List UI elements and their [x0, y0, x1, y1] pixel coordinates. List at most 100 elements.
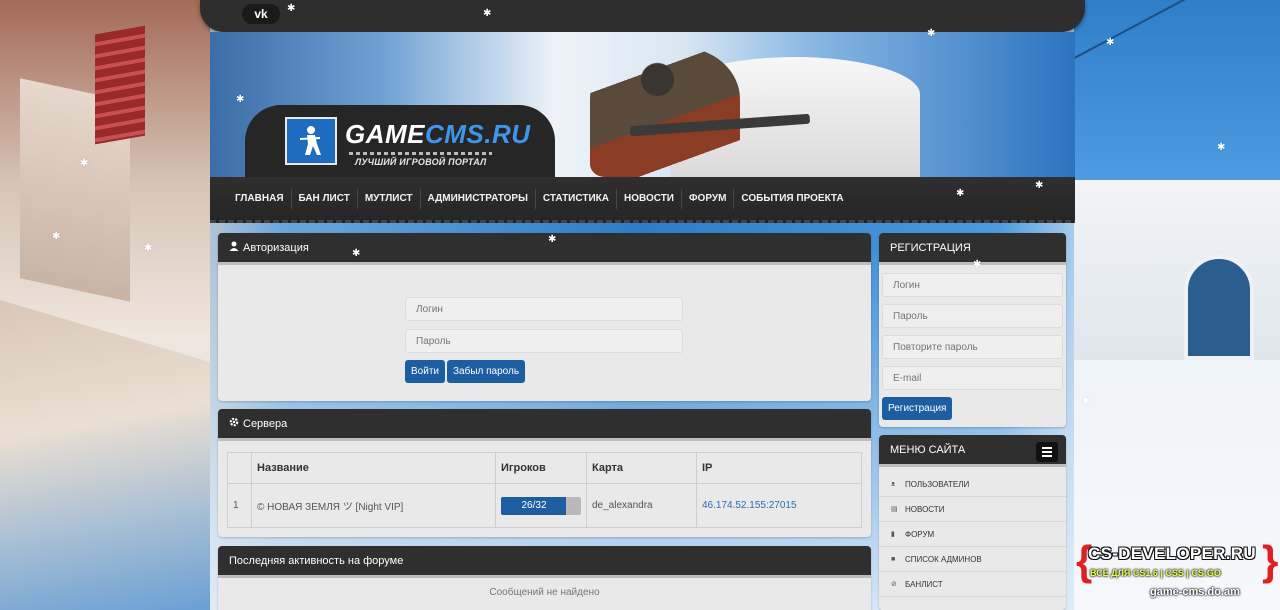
registration-login-input[interactable]: [882, 273, 1063, 297]
logo-title: GAMECMS.RU: [345, 119, 531, 150]
auth-panel-header: Авторизация: [218, 233, 871, 265]
server-ip-cell: 46.174.52.155:27015: [696, 483, 862, 528]
logo-title-part1: GAME: [345, 119, 425, 149]
nav-item-banlist[interactable]: БАН ЛИСТ: [292, 188, 358, 209]
forgot-password-button[interactable]: Забыл пароль: [447, 360, 526, 383]
login-button[interactable]: Войти: [405, 360, 445, 383]
background-road: [0, 300, 210, 610]
snowflake-icon: ✱: [956, 188, 965, 199]
servers-panel-header: Сервера: [218, 409, 871, 441]
snowflake-icon: ✱: [1082, 396, 1091, 407]
registration-password-input[interactable]: [882, 304, 1063, 328]
user-icon: [229, 241, 239, 254]
snowflake-icon: ✱: [973, 259, 982, 270]
nav-item-events[interactable]: СОБЫТИЯ ПРОЕКТА: [734, 189, 850, 209]
column-name: Название: [251, 452, 496, 484]
servers-panel: Сервера Название Игроков Карта IP 1 © НО…: [218, 409, 871, 537]
site-menu-item-label: БАНЛИСТ: [905, 579, 943, 589]
site-menu-item-label: ФОРУМ: [905, 529, 935, 539]
servers-table: Название Игроков Карта IP 1 © НОВАЯ ЗЕМЛ…: [227, 452, 862, 528]
site-menu-item-forum[interactable]: ▮ ФОРУМ: [879, 522, 1066, 547]
registration-title: РЕГИСТРАЦИЯ: [890, 241, 971, 254]
server-players-cell: 26/32: [495, 483, 587, 528]
snowflake-icon: ✱: [236, 94, 245, 105]
snowflake-icon: ✱: [1035, 180, 1044, 191]
server-map: de_alexandra: [586, 483, 697, 528]
site-menu-title: МЕНЮ САЙТА: [890, 443, 966, 456]
news-icon: ▤: [891, 506, 898, 513]
site-menu-item-news[interactable]: ▤ НОВОСТИ: [879, 497, 1066, 522]
watermark-title: CS-DEVELOPER.RU: [1088, 544, 1256, 563]
menu-burger-icon[interactable]: [1036, 442, 1058, 462]
briefcase-icon: ■: [891, 555, 896, 563]
site-menu-item-banlist[interactable]: ⊘ БАНЛИСТ: [879, 572, 1066, 597]
server-ip-link[interactable]: 46.174.52.155:27015: [702, 500, 797, 511]
column-players: Игроков: [495, 452, 587, 484]
counter-strike-soldier-icon: [285, 117, 337, 165]
nav-item-home[interactable]: ГЛАВНАЯ: [228, 188, 292, 209]
nav-item-forum[interactable]: ФОРУМ: [682, 188, 735, 209]
gear-icon: [229, 417, 239, 430]
servers-title: Сервера: [243, 417, 288, 430]
site-menu-item-label: ПОЛЬЗОВАТЕЛИ: [905, 479, 970, 489]
server-name: © НОВАЯ ЗЕМЛЯ ツ [Night VIP]: [251, 483, 496, 528]
watermark-right-brace: }: [1262, 537, 1279, 584]
snowflake-icon: ✱: [80, 158, 89, 169]
players-count: 26/32: [521, 500, 547, 511]
snowflake-icon: ✱: [548, 234, 557, 245]
column-map: Карта: [586, 452, 697, 484]
nav-item-admins[interactable]: АДМИНИСТРАТОРЫ: [421, 188, 536, 209]
cs-developer-watermark: { } CS-DEVELOPER.RU ВСЕ ДЛЯ CS1.6 | CSS …: [1076, 537, 1279, 605]
main-nav: ГЛАВНАЯ БАН ЛИСТ МУТЛИСТ АДМИНИСТРАТОРЫ …: [210, 177, 1075, 223]
background-rug: [95, 25, 145, 145]
forum-panel-header: Последняя активность на форуме: [218, 546, 871, 578]
forum-panel: Последняя активность на форуме Сообщений…: [218, 546, 871, 610]
site-menu-list: ᴥ ПОЛЬЗОВАТЕЛИ ▤ НОВОСТИ ▮ ФОРУМ ■ СПИСО…: [879, 472, 1066, 597]
server-number: 1: [227, 483, 252, 528]
site-menu-item-label: СПИСОК АДМИНОВ: [905, 554, 982, 564]
users-icon: ᴥ: [891, 480, 896, 488]
auth-password-input[interactable]: [405, 329, 683, 353]
column-ip: IP: [696, 452, 862, 484]
forum-empty-text: Сообщений не найдено: [489, 587, 600, 598]
banner-soldier: [590, 47, 740, 177]
auth-title: Авторизация: [243, 241, 309, 254]
servers-table-header: Название Игроков Карта IP: [227, 452, 862, 484]
players-progress-bar: 26/32: [501, 496, 581, 515]
top-bar: vk: [200, 0, 1085, 32]
chart-icon: ▮: [891, 531, 895, 538]
site-menu-header: МЕНЮ САЙТА: [879, 435, 1066, 467]
logo-tagline: ЛУЧШИЙ ИГРОВОЙ ПОРТАЛ: [348, 152, 493, 167]
background-door: [1184, 255, 1254, 360]
snowflake-icon: ✱: [52, 231, 61, 242]
site-menu-item-label: НОВОСТИ: [905, 504, 945, 514]
background-right: [1011, 0, 1280, 610]
vk-icon[interactable]: vk: [242, 4, 280, 24]
watermark-subtitle: ВСЕ ДЛЯ CS1.6 | CSS | CS:GO: [1090, 568, 1221, 578]
site-menu-item-users[interactable]: ᴥ ПОЛЬЗОВАТЕЛИ: [879, 472, 1066, 497]
forum-title: Последняя активность на форуме: [229, 554, 404, 567]
column-number: [227, 452, 252, 484]
watermark-site: game-cms.do.am: [1150, 586, 1240, 598]
nav-item-stats[interactable]: СТАТИСТИКА: [536, 188, 617, 209]
nav-item-mutelist[interactable]: МУТЛИСТ: [358, 188, 421, 209]
site-logo[interactable]: GAMECMS.RU ЛУЧШИЙ ИГРОВОЙ ПОРТАЛ: [245, 105, 555, 177]
table-row[interactable]: 1 © НОВАЯ ЗЕМЛЯ ツ [Night VIP] 26/32 de_a…: [227, 483, 862, 528]
registration-submit-button[interactable]: Регистрация: [882, 397, 953, 420]
site-menu-item-admins[interactable]: ■ СПИСОК АДМИНОВ: [879, 547, 1066, 572]
background-left: [0, 0, 210, 610]
snowflake-icon: ✱: [927, 28, 936, 39]
auth-login-input[interactable]: [405, 297, 683, 321]
registration-repeat-password-input[interactable]: [882, 335, 1063, 359]
ban-icon: ⊘: [891, 581, 897, 588]
snowflake-icon: ✱: [483, 8, 492, 19]
snowflake-icon: ✱: [144, 243, 153, 254]
snowflake-icon: ✱: [352, 248, 361, 259]
registration-email-input[interactable]: [882, 366, 1063, 390]
snowflake-icon: ✱: [287, 3, 296, 14]
nav-item-news[interactable]: НОВОСТИ: [617, 188, 682, 209]
auth-panel: Авторизация Войти Забыл пароль: [218, 233, 871, 401]
site-menu-panel: МЕНЮ САЙТА ᴥ ПОЛЬЗОВАТЕЛИ ▤ НОВОСТИ ▮ ФО…: [879, 435, 1066, 610]
snowflake-icon: ✱: [1106, 37, 1115, 48]
snowflake-icon: ✱: [1217, 142, 1226, 153]
